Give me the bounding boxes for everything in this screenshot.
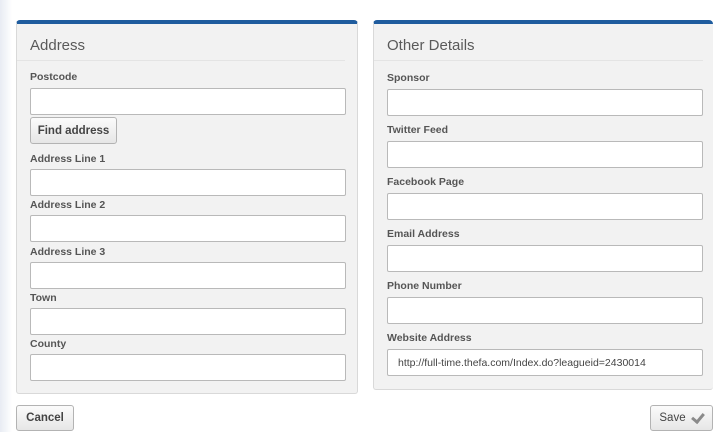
address-panel-title: Address — [17, 24, 345, 61]
background-edge — [0, 0, 12, 432]
phone-number-input[interactable] — [387, 297, 703, 324]
cancel-button[interactable]: Cancel — [16, 405, 74, 431]
website-address-input[interactable] — [387, 349, 703, 376]
postcode-input[interactable] — [30, 88, 346, 115]
other-details-panel: Other Details Sponsor Twitter Feed Faceb… — [373, 20, 713, 390]
address-line-1-input[interactable] — [30, 169, 346, 196]
county-input[interactable] — [30, 354, 346, 381]
save-button-label: Save — [659, 412, 686, 424]
checkmark-icon — [690, 409, 705, 424]
other-details-panel-title: Other Details — [374, 24, 703, 61]
email-address-label: Email Address — [387, 228, 460, 240]
email-address-input[interactable] — [387, 245, 703, 272]
address-line-2-label: Address Line 2 — [30, 199, 106, 211]
twitter-feed-input[interactable] — [387, 141, 703, 168]
town-label: Town — [30, 292, 57, 304]
save-button[interactable]: Save — [650, 405, 713, 431]
county-label: County — [30, 338, 67, 350]
address-line-2-input[interactable] — [30, 215, 346, 242]
address-line-3-input[interactable] — [30, 262, 346, 289]
postcode-label: Postcode — [30, 71, 78, 83]
address-line-3-label: Address Line 3 — [30, 246, 106, 258]
website-address-label: Website Address — [387, 332, 472, 344]
twitter-feed-label: Twitter Feed — [387, 124, 449, 136]
town-input[interactable] — [30, 308, 346, 335]
cancel-button-label: Cancel — [26, 412, 64, 424]
address-panel: Address Postcode Find address Address Li… — [16, 20, 358, 394]
phone-number-label: Phone Number — [387, 280, 462, 292]
facebook-page-input[interactable] — [387, 193, 703, 220]
find-address-button[interactable]: Find address — [30, 117, 117, 144]
sponsor-input[interactable] — [387, 89, 703, 116]
address-line-1-label: Address Line 1 — [30, 153, 106, 165]
facebook-page-label: Facebook Page — [387, 176, 465, 188]
sponsor-label: Sponsor — [387, 72, 430, 84]
